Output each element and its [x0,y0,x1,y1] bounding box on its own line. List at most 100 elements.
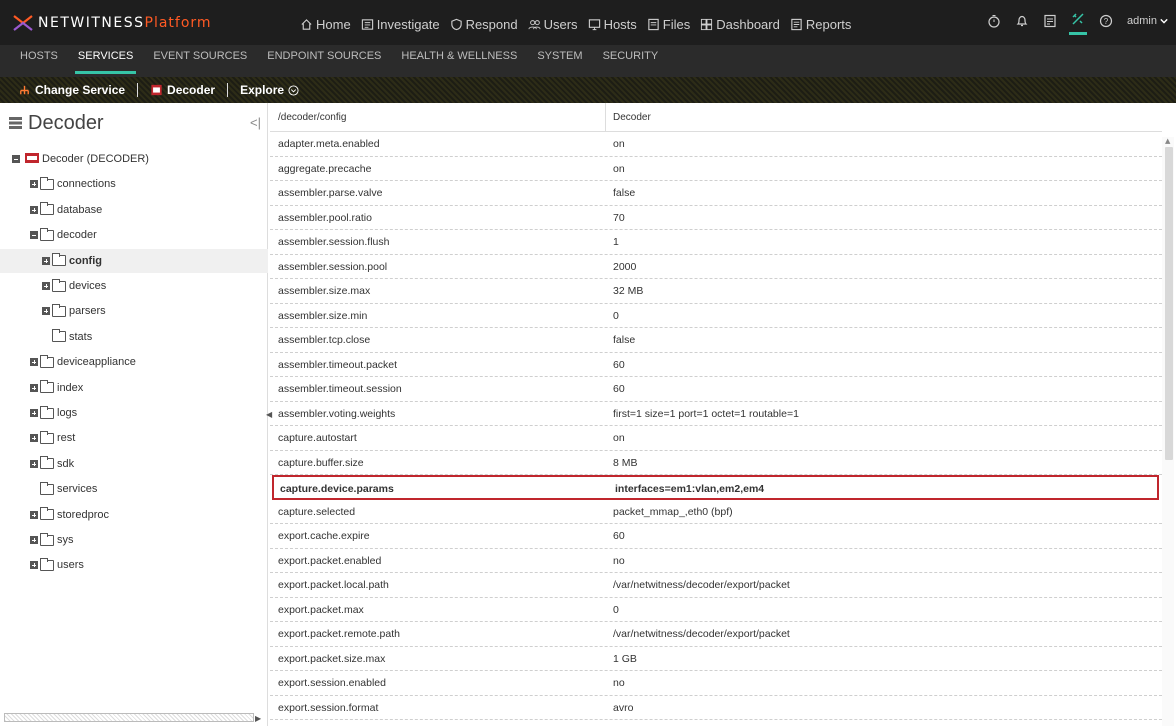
config-row[interactable]: assembler.timeout.session 60 [270,377,1162,402]
config-value[interactable]: 32 MB [613,279,643,303]
config-value[interactable]: first=1 size=1 port=1 octet=1 routable=1 [613,402,799,426]
config-row[interactable]: capture.buffer.size 8 MB [270,451,1162,475]
tree-item-connections[interactable]: connections [30,172,116,196]
scroll-up-icon[interactable]: ▲ [1165,137,1170,145]
expand-icon[interactable] [30,459,38,468]
expand-icon[interactable] [30,205,38,214]
config-value[interactable]: 60 [613,524,625,548]
tree-item-devices[interactable]: devices [42,274,106,298]
tree-item-rest[interactable]: rest [30,426,75,450]
config-row[interactable]: assembler.parse.valve false [270,181,1162,206]
admin-tools-active[interactable] [1069,12,1088,35]
collapse-sidebar-icon[interactable]: <| [250,115,261,130]
user-menu[interactable]: admin [1127,15,1168,27]
expand-icon[interactable] [42,282,50,290]
expand-icon[interactable] [30,383,38,392]
config-value[interactable]: 8 MB [613,451,638,475]
config-value[interactable]: 0 [613,598,619,622]
config-row[interactable]: export.session.format avro [270,696,1162,720]
expand-icon[interactable] [30,180,38,189]
tab-hosts[interactable]: HOSTS [20,45,58,77]
table-vertical-scrollbar[interactable]: ▲ [1162,137,1174,726]
config-value[interactable]: on [613,157,625,181]
collapse-icon[interactable] [30,231,38,240]
config-row[interactable]: aggregate.precache on [270,157,1162,181]
tab-health-wellness[interactable]: HEALTH & WELLNESS [401,45,517,77]
change-service-button[interactable]: Change Service [0,83,133,97]
config-value[interactable]: on [613,132,625,156]
config-row[interactable]: export.packet.enabled no [270,549,1162,573]
nav-dashboard[interactable]: Dashboard [700,17,780,32]
config-value[interactable]: on [613,426,625,450]
tree-item-stats[interactable]: stats [42,325,92,349]
config-row[interactable]: assembler.timeout.packet 60 [270,353,1162,377]
expand-icon[interactable] [30,409,38,417]
config-row[interactable]: export.packet.local.path/var/netwitness/… [270,573,1162,598]
tree-item-config[interactable]: config [0,248,268,273]
expand-icon[interactable] [30,561,38,570]
config-value[interactable]: /var/netwitness/decoder/export/packet [613,573,790,597]
config-value[interactable]: false [613,328,635,352]
tree-item-storedproc[interactable]: storedproc [30,503,109,527]
tree-item-decoder-decoder[interactable]: Decoder (DECODER) [12,147,149,171]
nav-reports[interactable]: Reports [790,17,851,32]
expand-icon[interactable] [30,434,38,443]
tree-item-sdk[interactable]: sdk [30,452,74,476]
config-value[interactable]: 0 [613,304,619,328]
expand-icon[interactable] [30,358,38,367]
config-value[interactable]: 1 [613,230,619,254]
config-value[interactable]: no [613,671,625,695]
sidebar-horizontal-scrollbar[interactable] [4,713,254,722]
nav-hosts[interactable]: Hosts [588,17,637,32]
tree-item-database[interactable]: database [30,198,102,222]
config-value[interactable]: 1 GB [613,647,637,671]
config-value[interactable]: /var/netwitness/decoder/export/packet [613,622,790,646]
config-value[interactable]: false [613,181,635,205]
bell-icon[interactable] [1015,14,1029,28]
config-row[interactable]: export.session.enabled no [270,671,1162,696]
config-row[interactable]: adapter.meta.enabled on [270,132,1162,157]
tree-item-users[interactable]: users [30,553,84,577]
help-icon[interactable]: ? [1099,14,1113,28]
config-row[interactable]: capture.device.params interfaces=em1:vlan… [272,475,1159,500]
tree-item-decoder[interactable]: decoder [30,223,97,247]
tab-services[interactable]: SERVICES [74,45,137,77]
nav-files[interactable]: Files [647,17,690,32]
tab-security[interactable]: SECURITY [603,45,659,77]
nav-investigate[interactable]: Investigate [361,17,440,32]
config-value[interactable]: 60 [613,353,625,377]
expand-icon[interactable] [30,510,38,519]
config-value[interactable]: 60 [613,377,625,401]
brand-logo[interactable]: NETWITNESS Platform [12,11,212,35]
config-row[interactable]: capture.selected packet_mmap_,eth0 (bpf) [270,500,1162,524]
config-row[interactable]: export.packet.max 0 [270,598,1162,622]
collapse-icon[interactable] [12,155,20,163]
decoder-service-button[interactable]: Decoder [142,83,223,97]
expand-icon[interactable] [42,256,50,265]
config-value[interactable]: packet_mmap_,eth0 (bpf) [613,500,733,524]
tab-endpoint-sources[interactable]: ENDPOINT SOURCES [267,45,381,77]
config-value[interactable]: avro [613,696,633,720]
scroll-right-icon[interactable]: ▶ [255,714,261,723]
tree-item-deviceappliance[interactable]: deviceappliance [30,350,136,374]
tree-item-logs[interactable]: logs [30,401,77,425]
tree-item-services[interactable]: services [30,477,97,501]
nav-home[interactable]: Home [300,17,351,32]
config-row[interactable]: assembler.pool.ratio 70 [270,206,1162,230]
scroll-thumb[interactable] [1165,147,1173,460]
config-row[interactable]: export.packet.size.max 1 GB [270,647,1162,671]
tab-event-sources[interactable]: EVENT SOURCES [153,45,247,77]
config-value[interactable]: 70 [613,206,625,230]
timer-icon[interactable] [987,14,1001,28]
tab-system[interactable]: SYSTEM [537,45,582,77]
tree-item-parsers[interactable]: parsers [42,299,106,323]
tree-item-index[interactable]: index [30,376,83,400]
config-row[interactable]: assembler.voting.weights first=1 size=1 p… [270,402,1162,426]
config-row[interactable]: assembler.size.max 32 MB [270,279,1162,304]
config-row[interactable]: assembler.tcp.close false [270,328,1162,353]
config-row[interactable]: assembler.session.flush 1 [270,230,1162,255]
config-value[interactable]: 2000 [613,255,636,279]
config-row[interactable]: export.cache.expire 60 [270,524,1162,549]
tree-item-sys[interactable]: sys [30,528,74,552]
explore-dropdown[interactable]: Explore [232,83,307,97]
